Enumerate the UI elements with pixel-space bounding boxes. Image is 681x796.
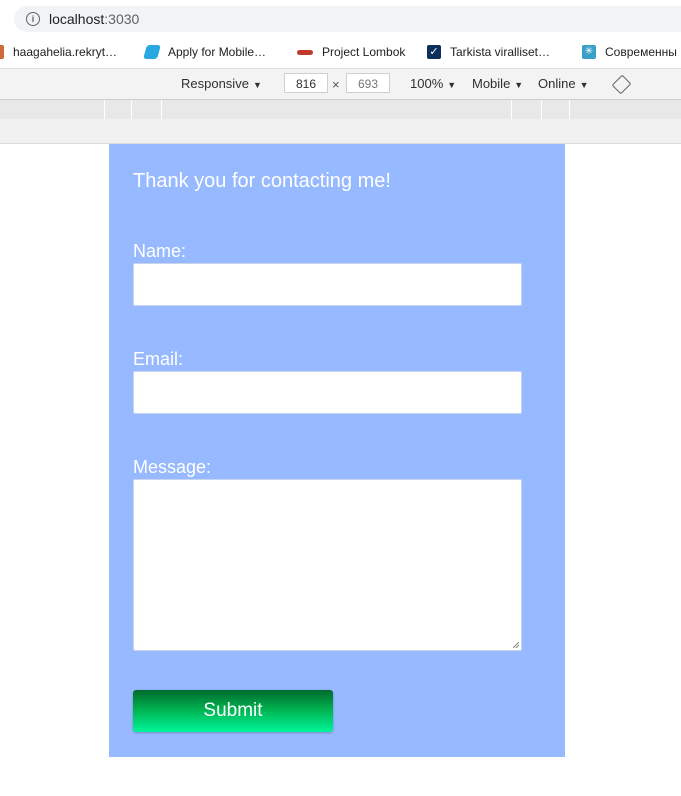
ruler-divider: [161, 100, 162, 119]
zoom-label: 100%: [410, 76, 444, 91]
bookmark-label: haagahelia.rekryt…: [13, 45, 118, 59]
ruler-divider: [104, 100, 105, 119]
check-icon: ✓: [427, 45, 441, 59]
ruler-divider: [131, 100, 132, 119]
message-textarea[interactable]: [133, 479, 522, 651]
zoom-dropdown[interactable]: 100% ▼: [410, 76, 456, 91]
bookmark-item[interactable]: haagahelia.rekryt…: [0, 45, 117, 59]
info-icon[interactable]: i: [26, 12, 40, 26]
caret-down-icon: ▼: [579, 80, 589, 90]
times-icon: ×: [332, 77, 340, 92]
url-host: localhost: [49, 11, 105, 27]
bookmark-item[interactable]: ✳ Современны: [582, 45, 677, 59]
flutter-icon: [143, 45, 161, 59]
caret-down-icon: ▼: [252, 80, 262, 90]
bookmark-item[interactable]: Project Lombok: [297, 45, 405, 59]
name-input[interactable]: [133, 263, 522, 306]
resize-handle-icon[interactable]: [513, 642, 519, 648]
ruler-divider: [541, 100, 542, 119]
responsive-dropdown[interactable]: Responsive ▼: [181, 76, 262, 91]
star-icon: ✳: [582, 45, 596, 59]
responsive-label: Responsive: [181, 76, 249, 91]
email-label: Email:: [133, 349, 184, 369]
device-type-dropdown[interactable]: Mobile ▼: [472, 76, 523, 91]
caret-down-icon: ▼: [447, 80, 457, 90]
rotate-icon[interactable]: [611, 74, 632, 95]
device-toolbar: Responsive ▼ 816 × 693 100% ▼ Mobile ▼ Onli…: [0, 69, 681, 100]
message-label: Message:: [133, 457, 212, 477]
submit-button[interactable]: Submit: [133, 690, 333, 732]
bookmark-label: Tarkista viralliset…: [450, 45, 551, 59]
bookmark-label: Современны: [605, 45, 677, 59]
form-heading: Thank you for contacting me!: [133, 170, 391, 192]
bookmark-item[interactable]: Apply for Mobile…: [143, 45, 267, 59]
address-bar[interactable]: i localhost :3030: [14, 6, 681, 32]
bookmark-label: Apply for Mobile…: [168, 45, 267, 59]
height-input[interactable]: 693: [346, 73, 390, 93]
caret-down-icon: ▼: [514, 80, 524, 90]
address-bar-row: i localhost :3030: [0, 0, 681, 38]
email-input[interactable]: [133, 371, 522, 414]
bookmark-item[interactable]: ✓ Tarkista viralliset…: [427, 45, 550, 59]
url-port: :3030: [104, 11, 140, 27]
device-type-label: Mobile: [472, 76, 511, 91]
ruler-divider: [511, 100, 512, 119]
bookmarks-bar: haagahelia.rekryt… Apply for Mobile… Pro…: [0, 38, 681, 69]
ruler: [0, 119, 681, 144]
media-query-bar[interactable]: [0, 100, 681, 119]
contact-form: Thank you for contacting me! Name: Email…: [109, 144, 565, 757]
ruler-divider: [569, 100, 570, 119]
width-input[interactable]: 816: [284, 73, 328, 93]
name-label: Name:: [133, 241, 187, 261]
network-dropdown[interactable]: Online ▼: [538, 76, 589, 91]
bookmark-icon: [0, 45, 4, 59]
chili-icon: [297, 49, 313, 55]
network-label: Online: [538, 76, 576, 91]
bookmark-label: Project Lombok: [322, 45, 406, 59]
